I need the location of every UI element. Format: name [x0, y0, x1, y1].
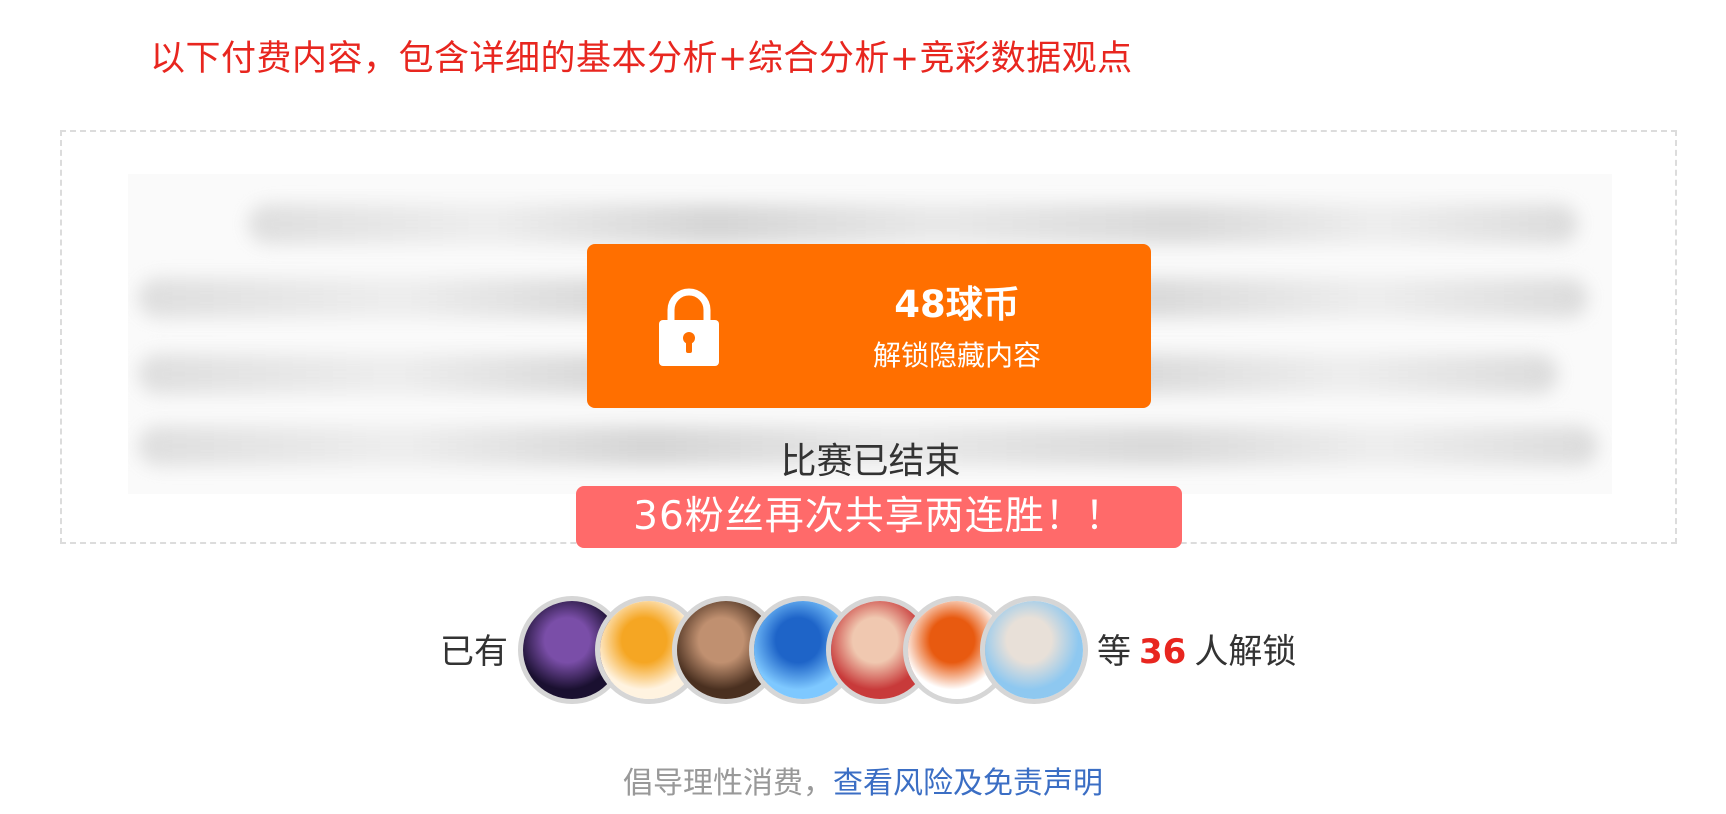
disclaimer-text: 倡导理性消费， — [623, 766, 833, 801]
unlocked-suffix-before: 等 — [1097, 632, 1131, 672]
paid-content-notice: 以下付费内容，包含详细的基本分析+综合分析+竞彩数据观点 — [150, 39, 1133, 79]
unlocked-suffix: 等 36 人解锁 — [1097, 624, 1296, 673]
unlock-count: 36 — [1139, 632, 1187, 672]
disclaimer: 倡导理性消费，查看风险及免责声明 — [0, 758, 1726, 802]
match-status: 比赛已结束 — [780, 441, 961, 482]
locked-content-box: 48球币 解锁隐藏内容 比赛已结束 36粉丝再次共享两连胜！！ — [60, 130, 1677, 548]
avatar-woman-outdoors — [980, 596, 1088, 704]
unlock-price: 48球币 — [894, 283, 1020, 326]
avatar-image — [985, 601, 1083, 699]
risk-disclaimer-link[interactable]: 查看风险及免责声明 — [833, 766, 1103, 801]
lock-icon — [659, 288, 719, 366]
unlock-label: 解锁隐藏内容 — [872, 339, 1041, 372]
unlocked-users-row: 已有 等 36 人解锁 — [0, 596, 1726, 704]
unlocked-prefix: 已有 — [440, 632, 508, 672]
unlocked-suffix-after: 人解锁 — [1194, 632, 1297, 672]
unlock-button[interactable]: 48球币 解锁隐藏内容 — [587, 244, 1151, 408]
promo-banner: 36粉丝再次共享两连胜！！ — [576, 486, 1182, 548]
